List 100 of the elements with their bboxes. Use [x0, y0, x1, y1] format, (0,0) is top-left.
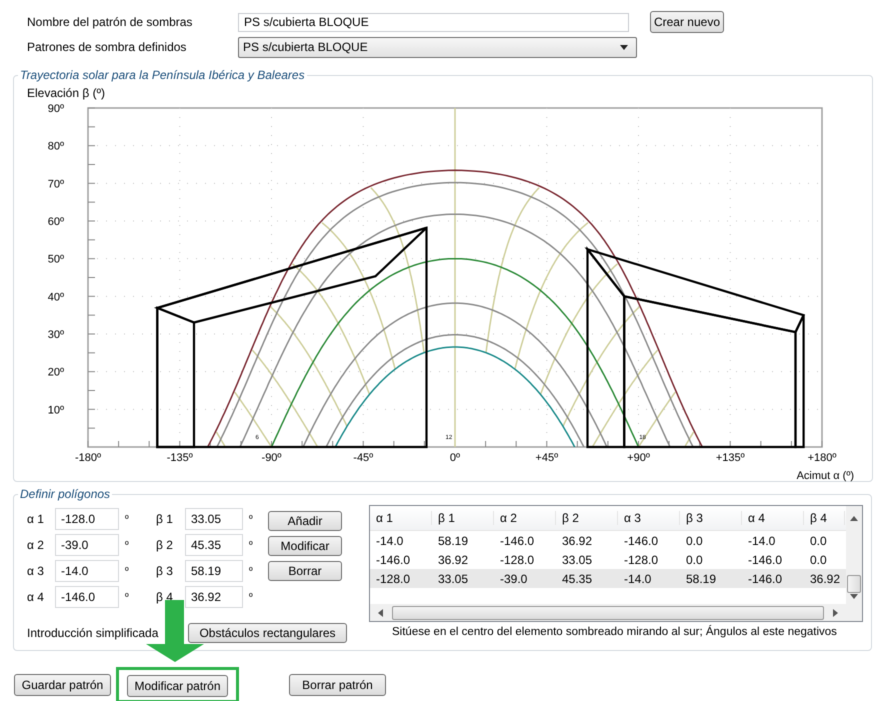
- column-header[interactable]: α 1: [370, 511, 432, 525]
- delete-pattern-button[interactable]: Borrar patrón: [289, 674, 386, 696]
- modify-pattern-button[interactable]: Modificar patrón: [127, 675, 228, 697]
- table-cell-text: 0.0: [685, 534, 704, 548]
- create-new-button[interactable]: Crear nuevo: [650, 11, 724, 33]
- axis-title: Acimut α (º): [796, 470, 854, 482]
- axis-title: Elevación β (º): [27, 86, 106, 100]
- action-button[interactable]: Añadir: [268, 511, 342, 531]
- column-header[interactable]: α 4: [742, 511, 804, 525]
- y-tick-label: 20º: [48, 366, 64, 379]
- unit-label: º: [248, 514, 254, 524]
- action-button[interactable]: Borrar: [268, 561, 342, 581]
- table-cell-text: -146.0: [623, 534, 660, 548]
- table-cell-text: -14.0: [375, 534, 404, 548]
- field-label: β 1: [156, 512, 174, 526]
- x-tick-label: 0º: [450, 452, 460, 464]
- y-tick-label: 40º: [48, 291, 64, 304]
- unit-label: º: [248, 540, 254, 550]
- column-header[interactable]: β 1: [432, 511, 494, 525]
- column-header[interactable]: α 3: [618, 511, 680, 525]
- scroll-thumb[interactable]: [847, 575, 861, 593]
- x-tick-label: +45º: [535, 452, 558, 464]
- scroll-up-icon[interactable]: [850, 516, 858, 521]
- table-cell-text: 33.05: [437, 572, 470, 586]
- field-label: α 2: [27, 538, 45, 552]
- column-header[interactable]: β 3: [680, 511, 742, 525]
- table-cell-text: 45.35: [561, 572, 594, 586]
- column-header[interactable]: β 2: [556, 511, 618, 525]
- table-cell-text: 36.92: [437, 552, 470, 566]
- column-header[interactable]: β 4: [804, 511, 845, 525]
- unit-label: º: [124, 514, 130, 524]
- x-tick-label: -90º: [262, 452, 282, 464]
- table-cell-text: -128.0: [623, 552, 660, 566]
- save-pattern-button[interactable]: Guardar patrón: [14, 674, 111, 696]
- table-cell-text: -128.0: [375, 572, 412, 586]
- unit-label: º: [248, 566, 254, 576]
- horizontal-scrollbar[interactable]: [370, 604, 862, 621]
- table-cell-text: 0.0: [809, 534, 828, 548]
- angle-field[interactable]: -14.0: [55, 560, 119, 582]
- table-cell-text: -146.0: [747, 572, 784, 586]
- field-label: β 3: [156, 564, 174, 578]
- unit-label: º: [248, 592, 254, 602]
- table-cell-text: -146.0: [499, 534, 536, 548]
- table-row[interactable]: -146.0 36.92 -128.0 33.05 -128.0 0.0 -146.0 0.0: [370, 550, 846, 569]
- x-tick-label: -180º: [74, 452, 102, 464]
- angle-field[interactable]: -39.0: [55, 534, 119, 556]
- y-tick-label: 70º: [48, 178, 64, 190]
- field-label: Nombre del patrón de sombras: [27, 15, 194, 29]
- x-tick-label: +135º: [716, 452, 745, 464]
- scroll-right-icon[interactable]: [833, 608, 838, 616]
- table-cell-text: 58.19: [437, 534, 470, 548]
- scroll-thumb[interactable]: [392, 606, 824, 620]
- y-tick-label: 90º: [48, 103, 64, 115]
- vertical-scrollbar[interactable]: [846, 506, 862, 604]
- pattern-name-field[interactable]: PS s/cubierta BLOQUE: [238, 12, 629, 32]
- y-tick-label: 30º: [48, 329, 64, 341]
- angle-field[interactable]: 45.35: [185, 534, 243, 556]
- unit-label: º: [124, 592, 130, 602]
- x-tick-label: +180º: [808, 452, 836, 464]
- table-row[interactable]: -128.0 33.05 -39.0 45.35 -14.0 58.19 -146.0 36.92: [370, 569, 846, 588]
- panel-title: Definir polígonos: [19, 487, 112, 501]
- caret-icon: [620, 44, 628, 50]
- field-label: Patrones de sombra definidos: [27, 40, 188, 54]
- field-label: Introducción simplificada: [27, 626, 160, 640]
- orientation-note: Sitúese en el centro del elemento sombreado mirando al sur; Ángulos al este negativos: [392, 626, 838, 638]
- column-header[interactable]: α 2: [494, 511, 556, 525]
- table-cell-text: -146.0: [375, 552, 412, 566]
- y-tick-label: 50º: [48, 254, 64, 266]
- field-label: α 3: [27, 564, 45, 578]
- y-tick-label: 80º: [48, 140, 64, 153]
- angle-field[interactable]: -128.0: [55, 508, 119, 530]
- field-label: β 2: [156, 538, 174, 552]
- angle-field[interactable]: -146.0: [55, 586, 119, 608]
- rectangular-obstacles-button[interactable]: Obstáculos rectangulares: [188, 623, 347, 643]
- angle-field[interactable]: 33.05: [185, 508, 243, 530]
- unit-label: º: [124, 540, 130, 550]
- table-cell-text: -146.0: [747, 552, 784, 566]
- panel-title: Trayectoria solar para la Península Ibérica y Baleares: [19, 68, 306, 82]
- table-cell-text: 36.92: [561, 534, 594, 548]
- table-cell-text: -39.0: [499, 572, 528, 586]
- y-tick-label: 60º: [48, 216, 64, 228]
- x-tick-label: +90º: [627, 452, 650, 464]
- table-cell-text: -14.0: [747, 534, 776, 548]
- field-label: α 1: [27, 512, 45, 526]
- table-cell-text: 36.92: [809, 572, 842, 586]
- unit-label: º: [124, 566, 130, 576]
- table-cell-text: 58.19: [685, 572, 718, 586]
- x-tick-label: -45º: [353, 452, 374, 464]
- table-row[interactable]: -14.0 58.19 -146.0 36.92 -146.0 0.0 -14.0 0.0: [370, 531, 846, 550]
- table-cell-text: -14.0: [623, 572, 652, 586]
- patterns-dropdown[interactable]: PS s/cubierta BLOQUE: [238, 36, 637, 58]
- table-cell-text: -128.0: [499, 552, 536, 566]
- table-cell-text: 33.05: [561, 552, 594, 566]
- scroll-left-icon[interactable]: [378, 608, 383, 616]
- action-button[interactable]: Modificar: [268, 536, 342, 556]
- angle-field[interactable]: 36.92: [185, 586, 243, 608]
- x-tick-label: -135º: [166, 452, 193, 464]
- table-cell-text: 0.0: [685, 552, 704, 566]
- angle-field[interactable]: 58.19: [185, 560, 243, 582]
- table-cell-text: 0.0: [809, 552, 828, 566]
